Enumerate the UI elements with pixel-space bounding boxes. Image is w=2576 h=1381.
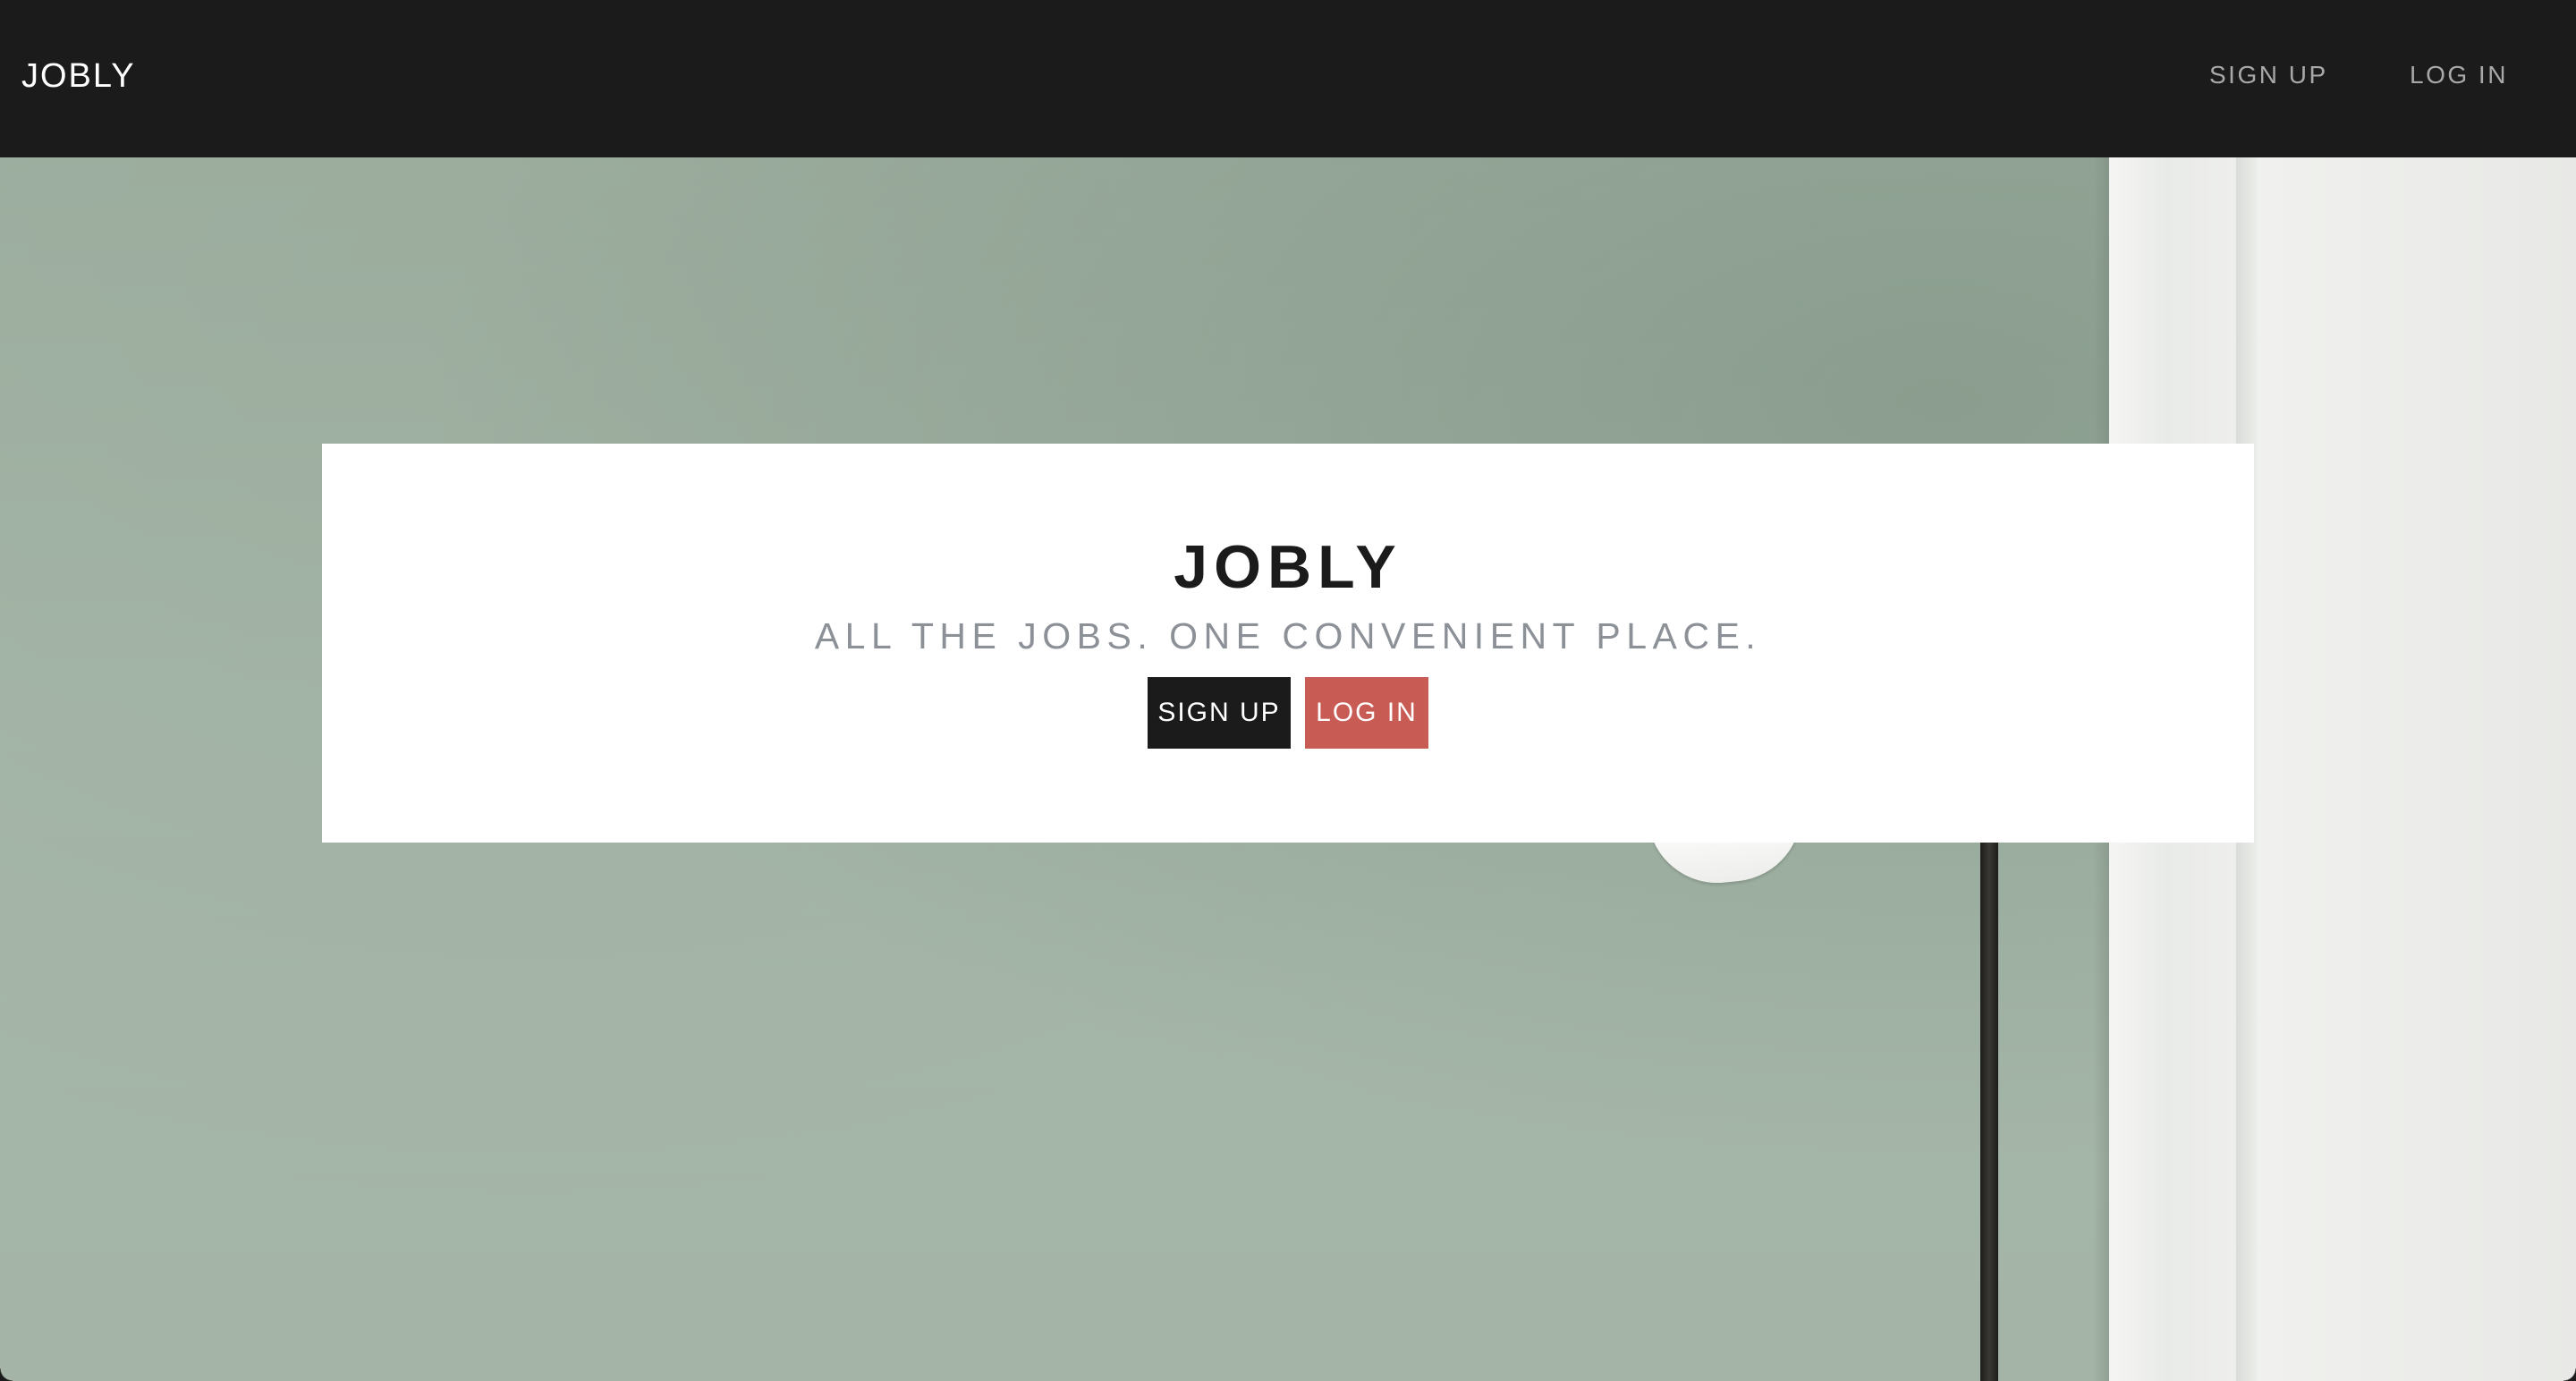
hero-login-button[interactable]: LOG IN [1305, 677, 1428, 749]
background-door-panel [2258, 157, 2576, 1381]
app-window: JOBLY SIGN UP LOG IN JOBLY ALL THE JOBS.… [0, 0, 2576, 1381]
window-corner-right [2563, 1368, 2576, 1381]
hero-tagline: ALL THE JOBS. ONE CONVENIENT PLACE. [814, 615, 1762, 657]
hero-signup-button[interactable]: SIGN UP [1148, 677, 1291, 749]
top-navbar: JOBLY SIGN UP LOG IN [0, 0, 2576, 157]
nav-login-link[interactable]: LOG IN [2410, 59, 2508, 91]
lamp-pole [1980, 837, 1998, 1381]
nav-signup-link[interactable]: SIGN UP [2209, 59, 2328, 91]
hero-title: JOBLY [1174, 533, 1402, 601]
window-corner-left [0, 1368, 13, 1381]
brand-logo-link[interactable]: JOBLY [21, 55, 136, 97]
